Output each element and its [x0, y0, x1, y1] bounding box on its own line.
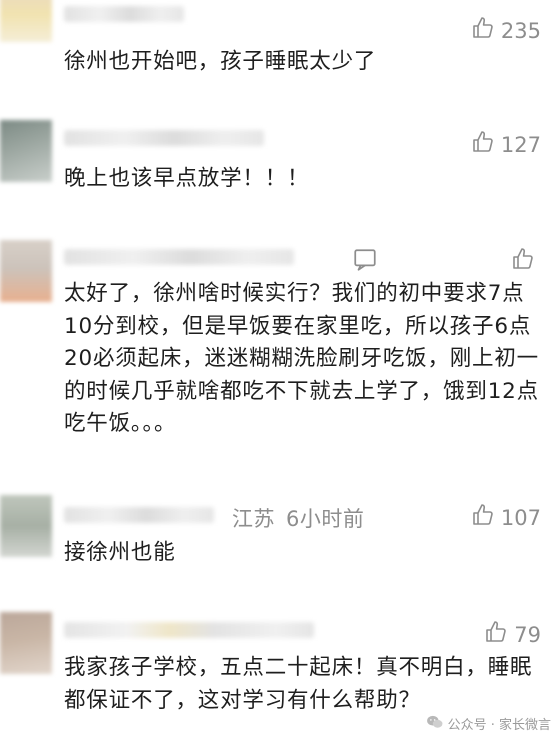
avatar[interactable]	[0, 612, 52, 674]
username-blurred[interactable]	[64, 507, 214, 523]
thumbs-up-icon	[484, 620, 508, 649]
comment-text: 太好了，徐州啥时候实行？我们的初中要求7点10分到校，但是早饭要在家里吃，所以孩…	[64, 281, 539, 436]
like-button[interactable]	[511, 247, 541, 276]
comment-text: 我家孩子学校，五点二十起床！真不明白，睡眠都保证不了，这对学习有什么帮助？	[64, 655, 533, 713]
comment-icon	[352, 249, 378, 277]
username-blurred[interactable]	[64, 6, 184, 22]
reply-button[interactable]	[352, 247, 378, 277]
like-button[interactable]: 79	[484, 620, 541, 649]
avatar[interactable]	[0, 120, 52, 182]
username-blurred[interactable]	[64, 249, 294, 265]
wechat-icon	[426, 715, 444, 733]
avatar[interactable]	[0, 495, 52, 557]
avatar[interactable]	[0, 0, 52, 42]
watermark-text: 公众号 · 家长微言	[447, 718, 551, 733]
watermark: 公众号 · 家长微言	[426, 714, 551, 733]
like-count: 107	[500, 505, 541, 530]
comment-3: 太好了，徐州啥时候实行？我们的初中要求7点10分到校，但是早饭要在家里吃，所以孩…	[0, 215, 559, 485]
comment-1: 235 徐州也开始吧，孩子睡眠太少了	[0, 0, 559, 100]
username-blurred[interactable]	[64, 622, 314, 638]
username-blurred[interactable]	[64, 130, 264, 146]
like-count: 79	[514, 622, 541, 647]
thumbs-up-icon	[471, 503, 495, 532]
comment-location: 江苏	[232, 507, 275, 531]
comment-4: 江苏 6小时前 107 接徐州也能	[0, 485, 559, 600]
like-button[interactable]: 235	[471, 16, 541, 45]
thumbs-up-icon	[471, 130, 495, 159]
comment-2: 127 晚上也该早点放学！！！	[0, 100, 559, 215]
like-count: 127	[500, 132, 541, 157]
avatar[interactable]	[0, 240, 52, 302]
comment-text: 徐州也开始吧，孩子睡眠太少了	[64, 49, 377, 74]
like-button[interactable]: 107	[471, 503, 541, 532]
thumbs-up-icon	[511, 247, 535, 276]
comment-text: 晚上也该早点放学！！！	[64, 166, 310, 191]
like-count: 235	[500, 18, 541, 43]
like-button[interactable]: 127	[471, 130, 541, 159]
comment-text: 接徐州也能	[64, 540, 176, 565]
thumbs-up-icon	[471, 16, 495, 45]
comment-time: 6小时前	[286, 507, 365, 531]
